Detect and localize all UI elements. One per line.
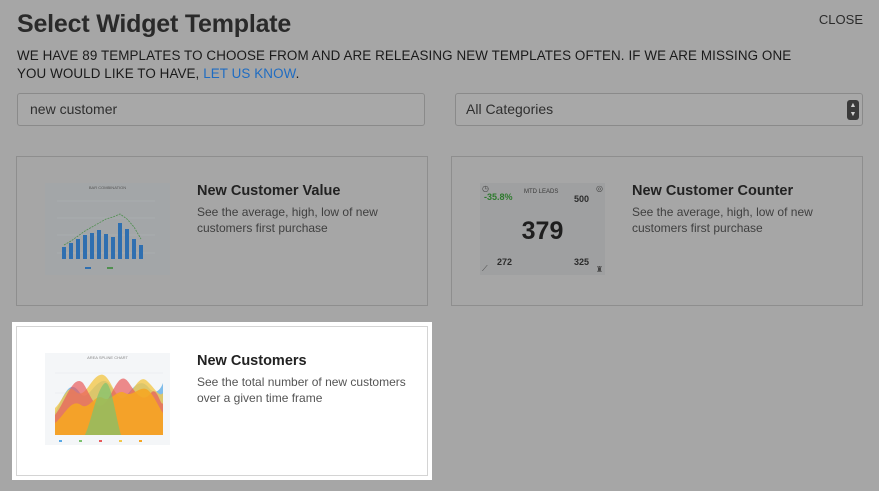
intro-text: WE HAVE 89 TEMPLATES TO CHOOSE FROM AND …: [17, 47, 817, 83]
area-spline-thumbnail: AREA SPLINE CHART: [45, 353, 170, 445]
thumbnail-title: AREA SPLINE CHART: [87, 355, 128, 360]
bar-combination-thumbnail: BAR COMBINATION: [45, 183, 170, 275]
intro-end: .: [295, 66, 300, 81]
category-select-value: All Categories: [466, 101, 554, 117]
let-us-know-link[interactable]: LET US KNOW: [203, 66, 295, 81]
card-description: See the average, high, low of new custom…: [632, 205, 813, 235]
template-card-new-customer-value[interactable]: BAR COMBINATION New Customer Value See t…: [16, 156, 428, 306]
counter-thumbnail: ◷ ◎ -35.8% MTD LEADS 500 379 272 325 ⟋ ♜: [480, 183, 605, 275]
page-title: Select Widget Template: [17, 10, 292, 38]
counter-value: 379: [521, 217, 564, 245]
card-description: See the total number of new customers ov…: [197, 375, 406, 405]
counter-high: 325: [573, 257, 589, 267]
category-select[interactable]: All Categories ▲ ▼: [455, 93, 863, 126]
trophy-icon: ♜: [595, 265, 603, 274]
counter-change: -35.8%: [484, 192, 513, 202]
target-icon: ◎: [596, 184, 603, 193]
card-title: New Customers: [197, 353, 307, 369]
card-title: New Customer Value: [197, 183, 341, 199]
close-button[interactable]: CLOSE: [819, 12, 863, 27]
select-arrows-icon: ▲ ▼: [847, 100, 859, 120]
trend-icon: ⟋: [482, 264, 488, 273]
counter-label: MTD LEADS: [524, 189, 559, 195]
counter-low: 272: [497, 257, 513, 267]
thumbnail-title: BAR COMBINATION: [89, 185, 126, 190]
card-description: See the average, high, low of new custom…: [197, 205, 378, 235]
intro-body: WE HAVE 89 TEMPLATES TO CHOOSE FROM AND …: [17, 48, 792, 81]
template-card-new-customers[interactable]: AREA SPLINE CHART New Customers See the …: [12, 322, 432, 480]
counter-target: 500: [573, 194, 589, 204]
card-title: New Customer Counter: [632, 183, 794, 199]
template-card-new-customer-counter[interactable]: ◷ ◎ -35.8% MTD LEADS 500 379 272 325 ⟋ ♜…: [451, 156, 863, 306]
search-input[interactable]: new customer: [17, 93, 425, 126]
